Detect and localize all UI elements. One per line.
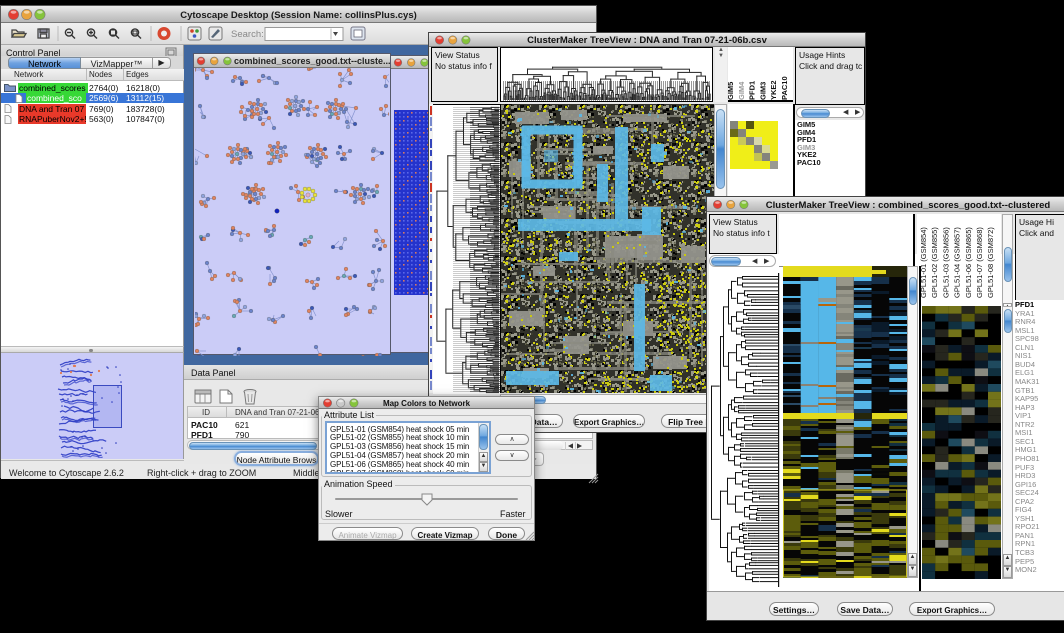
svg-text:GIM3: GIM3 — [758, 82, 767, 100]
svg-text:GIM4: GIM4 — [737, 81, 746, 100]
svg-text:GPL51-06 (GSM865): GPL51-06 (GSM865) — [964, 227, 973, 298]
svg-text:PFD1: PFD1 — [748, 81, 757, 100]
svg-text:Search:: Search: — [231, 29, 264, 40]
svg-text:GPL51-04 (GSM857): GPL51-04 (GSM857) — [953, 227, 962, 298]
svg-text:PAC10: PAC10 — [780, 76, 789, 100]
svg-text:GPL51-07 (GSM868): GPL51-07 (GSM868) — [975, 227, 984, 298]
svg-text:GPL51-03 (GSM856): GPL51-03 (GSM856) — [941, 227, 950, 298]
svg-text:GPL51-08 (GSM872): GPL51-08 (GSM872) — [986, 227, 995, 298]
svg-text:YKE2: YKE2 — [769, 80, 778, 100]
svg-text:GIM5: GIM5 — [728, 82, 735, 100]
svg-text:GPL51-02 (GSM855): GPL51-02 (GSM855) — [930, 227, 939, 298]
